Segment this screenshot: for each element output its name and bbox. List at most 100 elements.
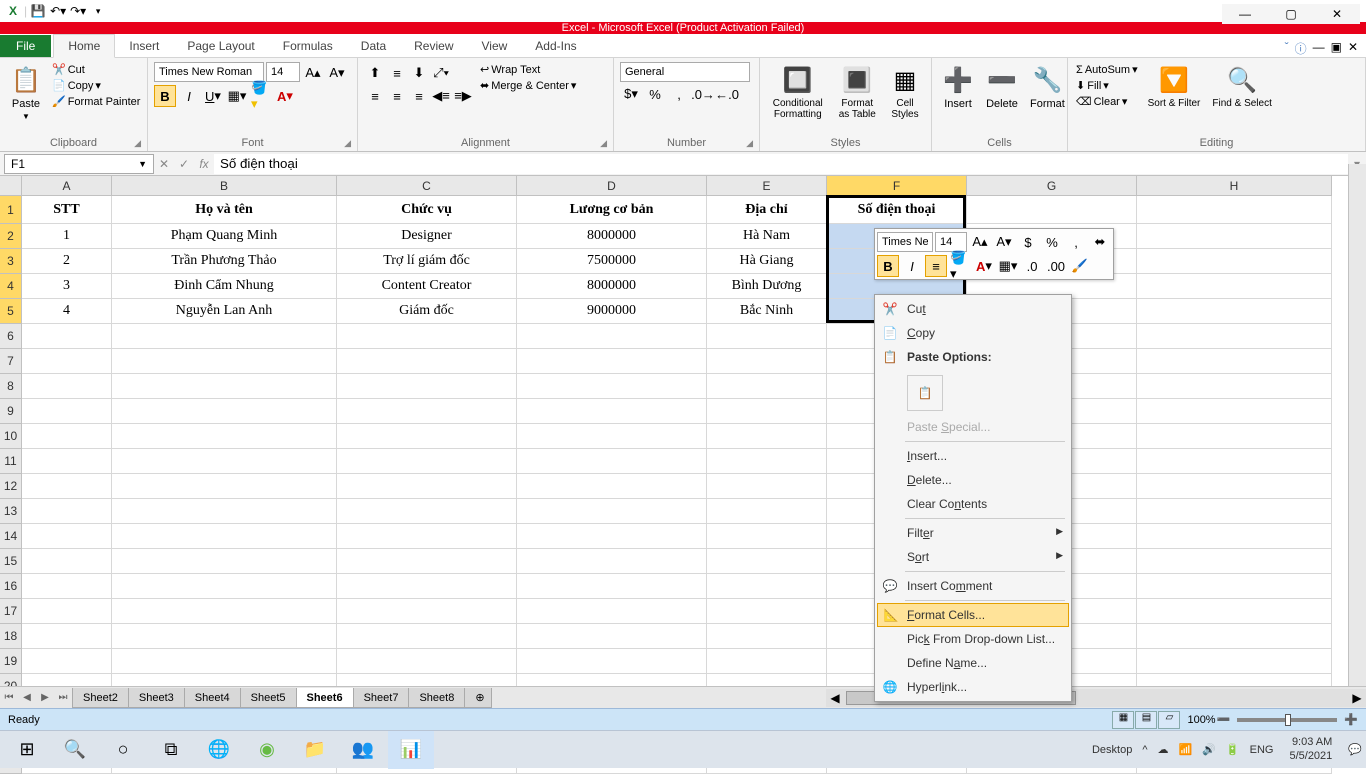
mini-percent-icon[interactable]: % [1041,231,1063,253]
cell[interactable] [1137,374,1332,399]
shrink-font-icon[interactable]: A▾ [326,62,348,84]
column-header-F[interactable]: F [827,176,967,196]
row-header-7[interactable]: 7 [0,349,22,374]
help-icon[interactable]: ⓘ [1295,40,1307,57]
bold-button[interactable]: B [154,85,176,107]
cell[interactable]: 7500000 [517,249,707,274]
cm-clear-contents[interactable]: Clear Contents [877,492,1069,516]
cell[interactable] [707,324,827,349]
cell[interactable] [1137,224,1332,249]
cell[interactable]: Trần Phương Thảo [112,249,337,274]
tab-addins[interactable]: Add-Ins [521,35,590,57]
wrap-text-button[interactable]: ↩ Wrap Text [478,62,578,77]
cell[interactable] [22,449,112,474]
select-all-corner[interactable] [0,176,22,196]
cell[interactable] [337,574,517,599]
teams-icon[interactable]: 👥 [340,731,386,769]
cell[interactable] [337,524,517,549]
cell[interactable] [1137,624,1332,649]
align-left-icon[interactable]: ≡ [364,85,386,107]
cell[interactable]: Nguyễn Lan Anh [112,299,337,324]
currency-icon[interactable]: $▾ [620,83,642,105]
cell[interactable] [707,374,827,399]
row-header-10[interactable]: 10 [0,424,22,449]
cell[interactable] [112,449,337,474]
mini-border[interactable]: ▦▾ [997,255,1019,277]
cell[interactable] [337,599,517,624]
row-header-19[interactable]: 19 [0,649,22,674]
font-color-button[interactable]: A▾ [274,85,296,107]
wifi-icon[interactable]: 📶 [1179,743,1193,756]
italic-button[interactable]: I [178,85,200,107]
cell[interactable] [337,624,517,649]
mini-fillcolor[interactable]: 🪣▾ [949,255,971,277]
cell[interactable] [517,349,707,374]
edge-icon[interactable]: 🌐 [196,731,242,769]
zoom-out-button[interactable]: ➖ [1217,713,1231,726]
column-header-B[interactable]: B [112,176,337,196]
row-header-1[interactable]: 1 [0,196,22,224]
autosum-button[interactable]: Σ AutoSum ▾ [1074,62,1140,77]
tab-review[interactable]: Review [400,35,467,57]
cell[interactable]: Họ và tên [112,196,337,224]
cell[interactable] [517,574,707,599]
clock[interactable]: 9:03 AM 5/5/2021 [1283,736,1338,762]
cm-delete[interactable]: Delete... [877,468,1069,492]
mini-size-combo[interactable] [935,232,967,252]
tab-data[interactable]: Data [347,35,400,57]
delete-cells-button[interactable]: ➖Delete [982,62,1022,112]
mini-comma-icon[interactable]: , [1065,231,1087,253]
cell[interactable]: 9000000 [517,299,707,324]
cell[interactable] [517,524,707,549]
start-button[interactable]: ⊞ [4,731,50,769]
zoom-slider[interactable] [1237,718,1337,722]
cell[interactable] [337,324,517,349]
column-header-A[interactable]: A [22,176,112,196]
number-format-combo[interactable] [620,62,750,82]
save-icon[interactable]: 💾 [29,2,47,20]
cell[interactable] [1137,349,1332,374]
notifications-icon[interactable]: 💬 [1348,743,1362,756]
cell[interactable] [707,424,827,449]
cell[interactable] [517,474,707,499]
cell[interactable] [22,349,112,374]
excel-taskbar-icon[interactable]: 📊 [388,731,434,769]
copy-button[interactable]: 📄 Copy ▾ [50,78,142,93]
mini-inc-dec[interactable]: .0 [1021,255,1043,277]
explorer-icon[interactable]: 📁 [292,731,338,769]
cell[interactable] [22,499,112,524]
cell[interactable] [112,624,337,649]
cell[interactable]: Địa chỉ [707,196,827,224]
insert-cells-button[interactable]: ➕Insert [938,62,978,112]
column-header-D[interactable]: D [517,176,707,196]
sheet-tab-sheet2[interactable]: Sheet2 [72,688,129,708]
mini-merge-icon[interactable]: ⬌ [1089,231,1111,253]
desktop-label[interactable]: Desktop [1092,744,1132,756]
view-layout-icon[interactable]: ▤ [1135,711,1157,729]
row-header-2[interactable]: 2 [0,224,22,249]
indent-dec-icon[interactable]: ◀≡ [430,85,452,107]
cell[interactable] [517,649,707,674]
cell[interactable] [707,624,827,649]
cell[interactable] [22,524,112,549]
row-header-17[interactable]: 17 [0,599,22,624]
search-icon[interactable]: 🔍 [52,731,98,769]
file-tab[interactable]: File [0,35,51,57]
cell[interactable] [112,349,337,374]
app-icon[interactable]: ◉ [244,731,290,769]
cell-styles-button[interactable]: ▦Cell Styles [885,62,925,122]
cell[interactable]: 3 [22,274,112,299]
cell[interactable] [707,599,827,624]
find-select-button[interactable]: 🔍Find & Select [1208,62,1275,111]
cm-insert[interactable]: Insert... [877,444,1069,468]
cell[interactable] [112,399,337,424]
cell[interactable] [112,549,337,574]
mini-bold[interactable]: B [877,255,899,277]
cell[interactable] [22,424,112,449]
cell[interactable]: STT [22,196,112,224]
row-header-13[interactable]: 13 [0,499,22,524]
row-header-12[interactable]: 12 [0,474,22,499]
format-as-table-button[interactable]: 🔳Format as Table [834,62,881,122]
cell[interactable] [1137,249,1332,274]
grow-font-icon[interactable]: A▴ [302,62,324,84]
